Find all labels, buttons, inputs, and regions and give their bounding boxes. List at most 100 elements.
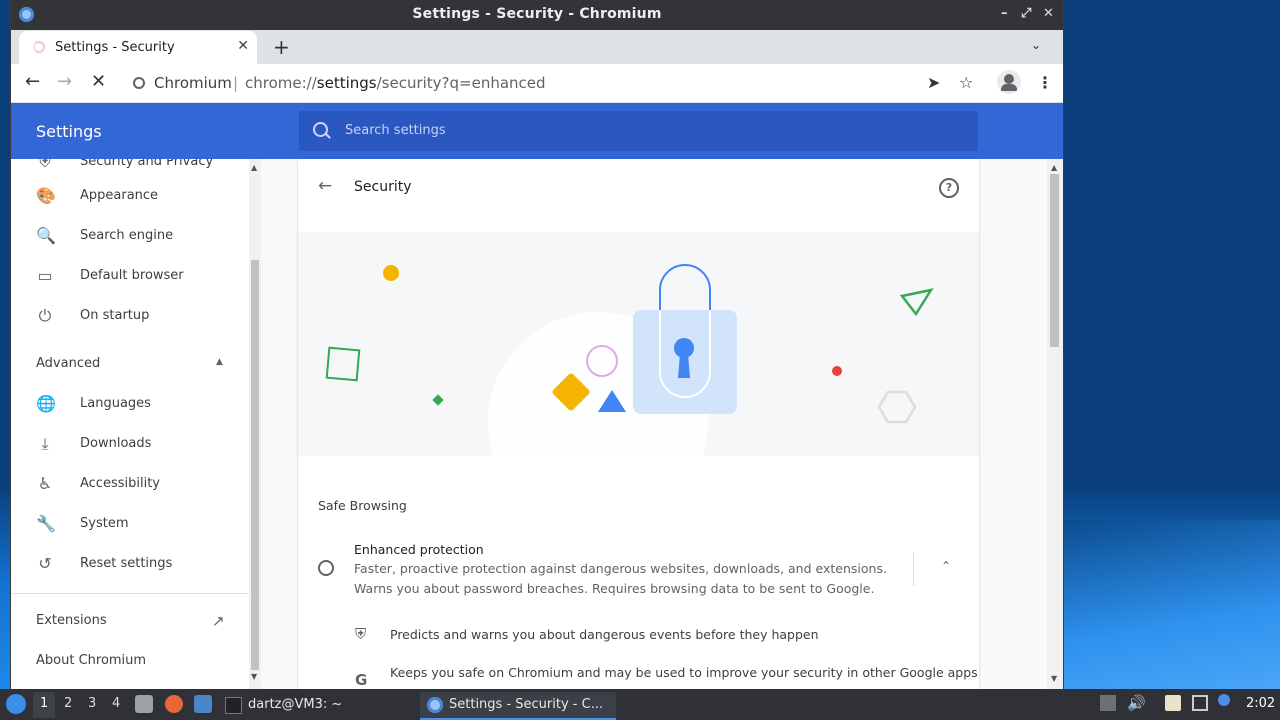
close-window-button[interactable]: ✕ bbox=[1043, 6, 1054, 21]
terminal-icon bbox=[225, 697, 242, 714]
bullet-text: Predicts and warns you about dangerous e… bbox=[390, 627, 819, 642]
site-info-icon[interactable] bbox=[133, 77, 145, 89]
sidebar-item-search-engine[interactable]: 🔍 Search engine bbox=[11, 216, 249, 256]
bookmark-star-icon[interactable]: ☆ bbox=[959, 73, 973, 92]
tab-search-chevron-icon[interactable]: ⌄ bbox=[1031, 38, 1041, 52]
sidebar-item-label: Downloads bbox=[80, 436, 152, 451]
sidebar-item-languages[interactable]: 🌐 Languages bbox=[11, 384, 249, 424]
sidebar-item-label: Appearance bbox=[80, 188, 159, 203]
browser-task[interactable]: Settings - Security - C... bbox=[420, 692, 616, 720]
sidebar-item-extensions[interactable]: Extensions ↗ bbox=[11, 601, 249, 641]
back-button[interactable]: ← bbox=[25, 71, 40, 92]
clipboard-icon[interactable] bbox=[1165, 695, 1181, 711]
sidebar-item-downloads[interactable]: ⤓ Downloads bbox=[11, 424, 249, 464]
notification-icon[interactable] bbox=[1218, 694, 1230, 706]
sidebar-item-label: Security and Privacy bbox=[80, 159, 214, 169]
loading-spinner-icon bbox=[33, 41, 45, 53]
sidebar-item-reset-settings[interactable]: ↺ Reset settings bbox=[11, 544, 249, 584]
settings-title: Settings bbox=[36, 122, 102, 141]
collapse-arrow-icon[interactable]: ▲ bbox=[216, 357, 223, 367]
url-prefix: chrome:// bbox=[245, 74, 317, 92]
search-placeholder: Search settings bbox=[345, 123, 446, 138]
sidebar-item-accessibility[interactable]: ♿ Accessibility bbox=[11, 464, 249, 504]
sidebar-item-label: Accessibility bbox=[80, 476, 160, 491]
bullet-text: Keeps you safe on Chromium and may be us… bbox=[390, 665, 978, 680]
sidebar-scroll-down-arrow[interactable]: ▼ bbox=[251, 672, 257, 681]
workspace-4[interactable]: 4 bbox=[112, 696, 120, 711]
address-bar[interactable]: Chromium | chrome://settings/security?q=… bbox=[123, 68, 983, 98]
sidebar-item-label: Default browser bbox=[80, 268, 184, 283]
sidebar-item-label: Reset settings bbox=[80, 556, 173, 571]
sidebar-item-on-startup[interactable]: ⏻ On startup bbox=[11, 296, 249, 336]
url-text[interactable]: chrome://settings/security?q=enhanced bbox=[245, 74, 546, 92]
sidebar-scrollbar-thumb[interactable] bbox=[251, 260, 259, 670]
network-icon[interactable] bbox=[1192, 695, 1208, 711]
maximize-button[interactable]: ⤢ bbox=[1021, 6, 1031, 21]
workspace-3[interactable]: 3 bbox=[88, 696, 96, 711]
browser-icon: ▭ bbox=[37, 266, 53, 285]
workspace-1[interactable]: 1 bbox=[40, 696, 48, 711]
advanced-section-toggle[interactable]: Advanced bbox=[36, 356, 100, 371]
page-title: Security bbox=[354, 179, 412, 195]
tray-eject-icon[interactable] bbox=[1100, 695, 1116, 711]
palette-icon: 🎨 bbox=[36, 186, 56, 205]
taskbar: 1 2 3 4 dartz@VM3: ~ Settings - Security… bbox=[0, 689, 1280, 720]
help-icon[interactable]: ? bbox=[939, 178, 959, 198]
scroll-down-arrow[interactable]: ▼ bbox=[1051, 674, 1057, 683]
url-separator: | bbox=[233, 74, 239, 92]
page-scrollbar-thumb[interactable] bbox=[1050, 174, 1059, 347]
sidebar-item-label: Extensions bbox=[36, 613, 107, 628]
download-icon: ⤓ bbox=[41, 434, 49, 453]
title-bar[interactable]: Settings - Security - Chromium – ⤢ ✕ bbox=[11, 0, 1063, 30]
tab-label: Settings - Security bbox=[55, 40, 175, 55]
forward-button[interactable]: → bbox=[57, 71, 72, 92]
search-settings-input[interactable]: Search settings bbox=[299, 111, 978, 151]
menu-kebab-icon[interactable]: ⋮ bbox=[1037, 73, 1053, 92]
browser-window: Settings - Security - Chromium – ⤢ ✕ Set… bbox=[11, 0, 1063, 689]
settings-sidebar: ⛨ Security and Privacy 🎨 Appearance 🔍 Se… bbox=[11, 159, 249, 689]
history-icon: ↺ bbox=[38, 554, 52, 573]
sidebar-item-about[interactable]: About Chromium bbox=[11, 641, 249, 681]
option-separator bbox=[913, 552, 914, 586]
security-page-card: ← Security ? Safe Browsing Enhanced prot… bbox=[298, 159, 979, 689]
sidebar-scroll-up-arrow[interactable]: ▲ bbox=[251, 163, 257, 172]
expand-collapse-chevron-icon[interactable]: ⌃ bbox=[941, 559, 951, 573]
sidebar-item-label: On startup bbox=[80, 308, 150, 323]
terminal-task[interactable]: dartz@VM3: ~ bbox=[222, 692, 412, 718]
firefox-icon[interactable] bbox=[165, 695, 183, 713]
sidebar-item-system[interactable]: 🔧 System bbox=[11, 504, 249, 544]
file-manager-icon[interactable] bbox=[135, 695, 153, 713]
open-in-new-icon: ↗ bbox=[212, 612, 225, 630]
stop-loading-button[interactable]: ✕ bbox=[91, 71, 106, 92]
new-tab-button[interactable]: + bbox=[273, 35, 290, 59]
sidebar-item-default-browser[interactable]: ▭ Default browser bbox=[11, 256, 249, 296]
safe-browsing-heading: Safe Browsing bbox=[318, 498, 407, 513]
wrench-icon: 🔧 bbox=[36, 514, 56, 533]
send-icon[interactable]: ➤ bbox=[927, 73, 940, 92]
minimize-button[interactable]: – bbox=[1001, 6, 1008, 21]
start-menu-icon[interactable] bbox=[6, 694, 26, 714]
sidebar-item-appearance[interactable]: 🎨 Appearance bbox=[11, 176, 249, 216]
search-icon bbox=[313, 122, 328, 137]
sidebar-item-label: Search engine bbox=[80, 228, 174, 243]
volume-icon[interactable]: 🔊 bbox=[1127, 694, 1146, 712]
back-arrow-icon[interactable]: ← bbox=[318, 176, 332, 196]
desktop-wallpaper-swoosh bbox=[1063, 520, 1280, 690]
clock[interactable]: 2:02 bbox=[1246, 696, 1275, 711]
terminal-task-label: dartz@VM3: ~ bbox=[248, 697, 343, 712]
scroll-up-arrow[interactable]: ▲ bbox=[1051, 163, 1057, 172]
site-name: Chromium bbox=[154, 74, 232, 92]
enhanced-protection-description: Faster, proactive protection against dan… bbox=[354, 561, 887, 596]
profile-avatar-icon[interactable] bbox=[997, 70, 1021, 94]
workspace-2[interactable]: 2 bbox=[64, 696, 72, 711]
search-icon: 🔍 bbox=[36, 226, 56, 245]
enhanced-protection-radio[interactable] bbox=[318, 560, 334, 576]
tab-close-icon[interactable]: ✕ bbox=[237, 38, 249, 54]
url-host: settings bbox=[316, 74, 377, 92]
desktop-icon[interactable] bbox=[194, 695, 212, 713]
page-scrollbar[interactable]: ▲ ▼ bbox=[1047, 159, 1063, 689]
browser-task-label: Settings - Security - C... bbox=[449, 697, 604, 712]
shield-icon: ⛨ bbox=[355, 625, 367, 643]
globe-icon: 🌐 bbox=[36, 394, 56, 413]
tab-settings-security[interactable]: Settings - Security ✕ bbox=[19, 31, 257, 64]
